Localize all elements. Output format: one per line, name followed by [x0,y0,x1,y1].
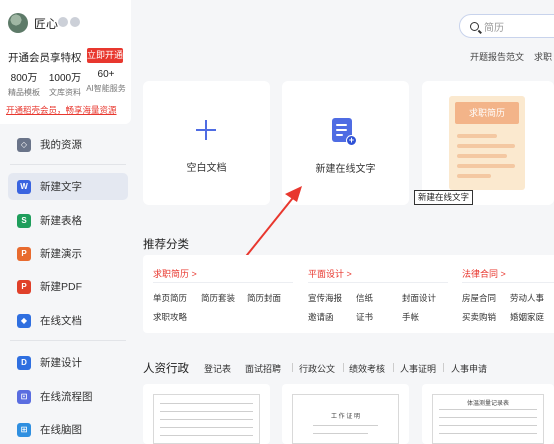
category-item[interactable]: 求职攻略 [153,311,187,323]
hr-tab[interactable]: 人事证明 [400,362,436,375]
category-item[interactable]: 房屋合同 [462,292,496,304]
category-item[interactable]: 简历套装 [201,292,235,304]
divider [343,363,344,372]
divider [443,363,444,372]
divider [393,363,394,372]
divider [153,282,293,283]
section-title-hr: 人资行政 [143,363,189,375]
hr-tab[interactable]: 面试招聘 [245,362,281,375]
hr-tab[interactable]: 人事申请 [451,362,487,375]
section-title-recommend: 推荐分类 [143,239,189,251]
hr-tab[interactable]: 绩效考核 [349,362,385,375]
category-item[interactable]: 宣传海报 [308,292,342,304]
category-panel: 求职简历 > 平面设计 > 法律合同 > 单页简历 简历套装 简历封面 求职攻略… [143,255,554,333]
category-head-resume[interactable]: 求职简历 > [153,267,197,280]
category-item[interactable]: 劳动人事 [510,292,544,304]
category-item[interactable]: 买卖购销 [462,311,496,323]
category-item[interactable]: 信纸 [356,292,373,304]
category-item[interactable]: 简历封面 [247,292,281,304]
category-item[interactable]: 邀请函 [308,311,334,323]
category-head-design[interactable]: 平面设计 > [308,267,352,280]
template-card[interactable] [143,384,270,444]
template-card[interactable]: 体温测量记录表 [422,384,554,444]
hr-tab[interactable]: 登记表 [204,362,231,375]
category-item[interactable]: 封面设计 [402,292,436,304]
template-title: 体温测量记录表 [466,401,509,407]
divider [308,282,448,283]
category-item[interactable]: 手帐 [402,311,419,323]
divider [462,282,554,283]
hr-tab[interactable]: 行政公文 [299,362,335,375]
category-item[interactable]: 婚姻家庭 [510,311,544,323]
divider [292,363,293,372]
template-card[interactable]: 工 作 证 明 [282,384,409,444]
category-item[interactable]: 单页简历 [153,292,187,304]
category-head-contract[interactable]: 法律合同 > [462,267,506,280]
template-title: 工 作 证 明 [330,414,360,420]
category-item[interactable]: 证书 [356,311,373,323]
